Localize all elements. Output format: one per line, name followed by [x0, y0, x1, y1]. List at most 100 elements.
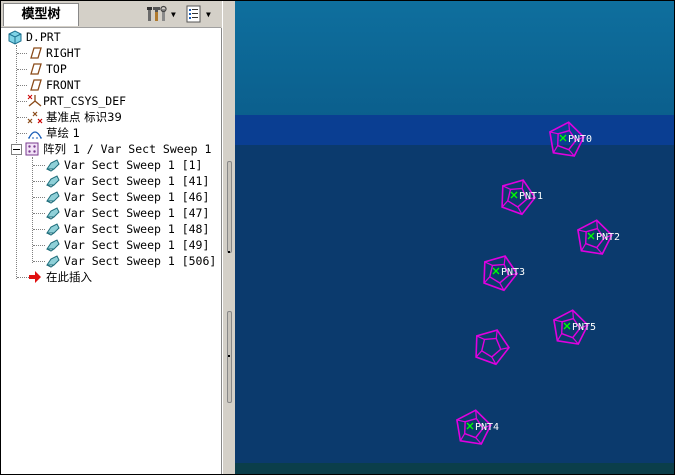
- model-tree: D.PRT RIGHT TOP FRONT PRT_CSYS_DEF 基准点 标…: [1, 28, 222, 474]
- point-label: PNT1: [519, 191, 543, 202]
- tree-item-label: 阵列 1 / Var Sect Sweep 1: [43, 142, 212, 156]
- sweep-edge: [549, 131, 559, 135]
- panel-splitter[interactable]: [222, 1, 235, 474]
- tree-connector: [17, 69, 27, 70]
- sweep-feature-icon: [45, 205, 61, 221]
- tree-item-top[interactable]: TOP: [27, 61, 67, 77]
- datum-point-pnt4[interactable]: PNT4: [456, 409, 499, 445]
- tree-insert-label: 在此插入: [46, 270, 92, 284]
- tree-item-sketch[interactable]: 草绘 1: [27, 125, 80, 141]
- tree-item-sweep[interactable]: Var Sect Sweep 1 [46]: [45, 189, 209, 205]
- show-icon: [186, 5, 201, 23]
- tree-item-sweep[interactable]: Var Sect Sweep 1 [48]: [45, 221, 209, 237]
- splitter-grip[interactable]: [227, 311, 232, 403]
- tree-item-sweep[interactable]: Var Sect Sweep 1 [49]: [45, 237, 209, 253]
- point-label: PNT3: [501, 267, 525, 278]
- tree-connector: [17, 133, 27, 134]
- tree-item-front[interactable]: FRONT: [27, 77, 81, 93]
- tree-item-sweep[interactable]: Var Sect Sweep 1 [41]: [45, 173, 209, 189]
- tree-item-sweep[interactable]: Var Sect Sweep 1 [506]: [45, 253, 216, 269]
- tree-connector: [33, 261, 45, 262]
- sweep-edge: [552, 145, 559, 154]
- tree-item-datum-point[interactable]: 基准点 标识39: [27, 109, 122, 125]
- grip-dot: [228, 355, 230, 357]
- sweep-edge: [459, 433, 466, 442]
- tree-item-sweep[interactable]: Var Sect Sweep 1 [47]: [45, 205, 209, 221]
- insert-arrow-icon: [27, 269, 43, 285]
- datum-point-pnt3[interactable]: PNT3: [483, 255, 525, 292]
- tree-item-label: Var Sect Sweep 1 [49]: [64, 238, 210, 252]
- sweep-edge: [476, 335, 485, 340]
- tree-item-sweep[interactable]: Var Sect Sweep 1 [1]: [45, 157, 202, 173]
- datum-plane-icon: [27, 61, 43, 77]
- tree-item-label: 草绘 1: [46, 126, 80, 140]
- datum-plane-icon: [27, 77, 43, 93]
- graphics-viewport[interactable]: PNT0 PNT1 PNT2 PNT3 PNT5 PNT4: [235, 1, 674, 474]
- sweep-feature-icon: [45, 189, 61, 205]
- tree-insert-here[interactable]: 在此插入: [27, 269, 92, 285]
- tree-item-label: Var Sect Sweep 1 [47]: [64, 206, 210, 220]
- point-label: PNT4: [475, 422, 499, 433]
- part-icon: [7, 29, 23, 45]
- point-marker-icon: [466, 422, 474, 430]
- datum-point-icon: [27, 109, 43, 125]
- tree-item-label: Var Sect Sweep 1 [46]: [64, 190, 210, 204]
- tree-item-label: Var Sect Sweep 1 [506]: [64, 254, 217, 268]
- sweep-edge: [495, 330, 498, 339]
- datum-point-unlabeled[interactable]: [475, 329, 510, 366]
- tree-item-label: TOP: [46, 62, 67, 76]
- tree-item-label: Var Sect Sweep 1 [48]: [64, 222, 210, 236]
- point-label: PNT2: [596, 232, 620, 243]
- splitter-grip[interactable]: [227, 161, 232, 253]
- application-window: 模型树 ▼ ▼ D.PRT RIGHT TOP FRONT PRT_CSYS_D…: [0, 0, 675, 475]
- tree-connector: [33, 245, 45, 246]
- sweep-inner-edge: [480, 337, 502, 358]
- sweep-edge: [484, 261, 493, 266]
- tree-item-csys[interactable]: PRT_CSYS_DEF: [27, 93, 126, 109]
- tree-item-pattern[interactable]: 阵列 1 / Var Sect Sweep 1: [11, 141, 211, 157]
- tree-connector: [17, 101, 27, 102]
- tree-connector: [17, 53, 27, 54]
- tree-item-label: PRT_CSYS_DEF: [43, 94, 127, 108]
- tree-connector: [33, 197, 45, 198]
- tab-model-tree[interactable]: 模型树: [3, 3, 79, 26]
- datum-point-pnt0[interactable]: PNT0: [549, 121, 592, 157]
- tree-connector: [32, 157, 33, 263]
- sweep-edge: [568, 122, 571, 131]
- model-tree-panel: 模型树 ▼ ▼ D.PRT RIGHT TOP FRONT PRT_CSYS_D…: [1, 1, 222, 474]
- tree-connector: [16, 45, 17, 279]
- model-geometry: PNT0 PNT1 PNT2 PNT3 PNT5 PNT4: [456, 121, 620, 445]
- tree-connector: [33, 181, 45, 182]
- chevron-down-icon: ▼: [206, 9, 211, 19]
- datum-point-pnt5[interactable]: PNT5: [553, 309, 596, 345]
- sweep-feature-icon: [45, 157, 61, 173]
- tree-connector: [17, 85, 27, 86]
- tree-item-right[interactable]: RIGHT: [27, 45, 81, 61]
- datum-point-pnt2[interactable]: PNT2: [577, 219, 620, 255]
- datum-point-pnt1[interactable]: PNT1: [501, 179, 543, 216]
- tree-root[interactable]: D.PRT: [7, 29, 61, 45]
- settings-icon: [147, 5, 167, 21]
- sweep-edge: [556, 333, 563, 342]
- pattern-icon: [24, 141, 40, 157]
- collapse-toggle[interactable]: [11, 143, 22, 155]
- show-menu-button[interactable]: ▼: [185, 4, 219, 24]
- minus-icon: [13, 148, 20, 150]
- tree-item-label: 基准点 标识39: [46, 110, 122, 124]
- point-marker-icon: [563, 322, 571, 330]
- sweep-edge: [502, 185, 511, 190]
- tree-root-label: D.PRT: [26, 30, 61, 44]
- sweep-feature-icon: [45, 253, 61, 269]
- datum-plane-icon: [27, 45, 43, 61]
- point-marker-icon: [559, 134, 567, 142]
- point-label: PNT0: [568, 134, 592, 145]
- tree-connector: [33, 213, 45, 214]
- coordinate-system-icon: [27, 93, 43, 109]
- tree-connector: [17, 117, 27, 118]
- settings-menu-button[interactable]: ▼: [146, 4, 180, 24]
- sweep-edge: [553, 319, 563, 323]
- tree-item-label: Var Sect Sweep 1 [41]: [64, 174, 210, 188]
- chevron-down-icon: ▼: [171, 9, 176, 19]
- sweep-edge: [577, 229, 587, 233]
- sweep-edge: [503, 256, 506, 265]
